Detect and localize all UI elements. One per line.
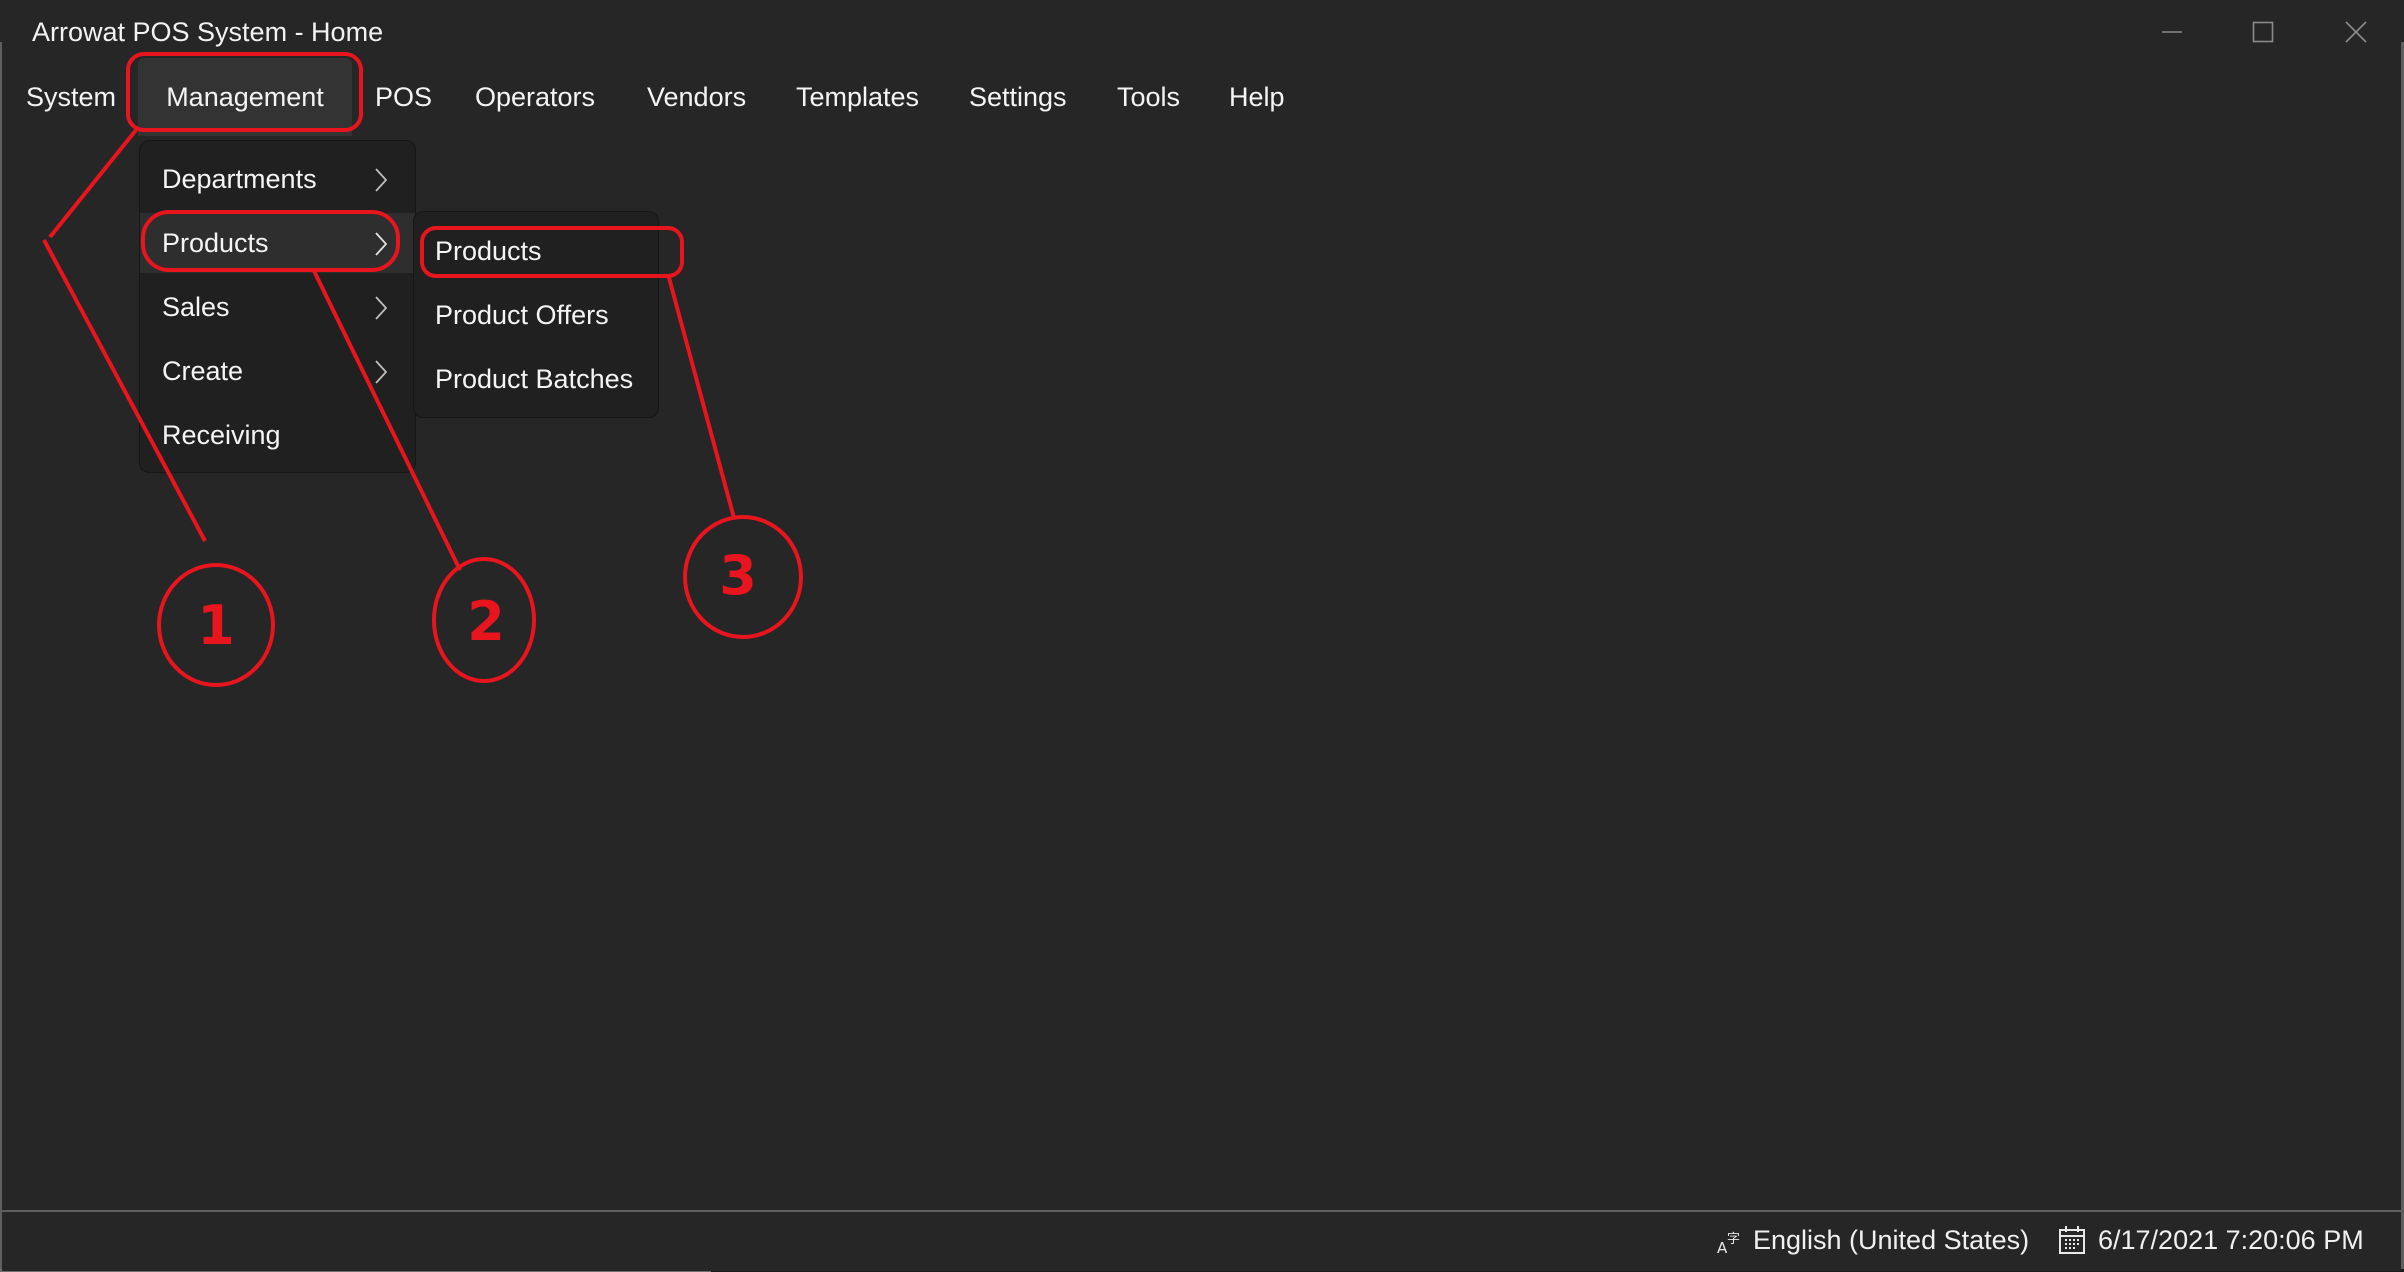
close-icon — [2345, 21, 2367, 43]
svg-text:字: 字 — [1727, 1232, 1740, 1247]
menu-management[interactable]: Management — [138, 58, 352, 136]
chevron-right-icon — [375, 168, 388, 192]
menu-bar: System Management POS Operators Vendors … — [0, 54, 1400, 140]
menu-help[interactable]: Help — [1229, 58, 1285, 136]
submenu-item-label: Product Batches — [435, 363, 634, 394]
app-window: Arrowat POS System - Home System Managem… — [0, 0, 2404, 1272]
management-dropdown: Departments Products Sales Create Receiv… — [139, 140, 416, 473]
annotation-circle-2 — [432, 557, 536, 683]
annotation-number-2: 2 — [467, 590, 505, 653]
annotation-line-1a — [48, 128, 138, 239]
menu-templates[interactable]: Templates — [796, 58, 919, 136]
menu-system[interactable]: System — [26, 58, 116, 136]
menu-settings[interactable]: Settings — [969, 58, 1067, 136]
menu-item-departments[interactable]: Departments — [140, 149, 415, 209]
annotation-circle-1 — [157, 563, 275, 687]
menu-item-label: Sales — [162, 291, 230, 322]
menu-vendors[interactable]: Vendors — [647, 58, 746, 136]
annotation-number-1: 1 — [197, 594, 235, 657]
menu-item-receiving[interactable]: Receiving — [140, 405, 415, 465]
submenu-item-product-batches[interactable]: Product Batches — [414, 348, 658, 410]
window-title: Arrowat POS System - Home — [32, 17, 384, 47]
menu-item-products[interactable]: Products — [140, 213, 415, 273]
menu-management-label: Management — [166, 81, 324, 112]
chevron-right-icon — [375, 232, 388, 256]
submenu-item-label: Products — [435, 235, 542, 266]
menu-item-label: Receiving — [162, 419, 281, 450]
menu-item-create[interactable]: Create — [140, 341, 415, 401]
products-submenu: Products Product Offers Product Batches — [413, 211, 659, 418]
language-icon: A 字 — [1717, 1232, 1740, 1256]
menu-tools[interactable]: Tools — [1117, 58, 1180, 136]
menu-operators[interactable]: Operators — [475, 58, 595, 136]
annotation-circle-3 — [683, 515, 803, 639]
annotation-number-3: 3 — [719, 544, 757, 607]
window-border-left — [0, 42, 2, 1272]
minimize-button[interactable] — [2127, 0, 2217, 64]
menu-pos[interactable]: POS — [375, 58, 432, 136]
menu-item-label: Create — [162, 355, 244, 386]
submenu-item-product-offers[interactable]: Product Offers — [414, 284, 658, 346]
status-bar: A 字 English (United States) 6/17/2021 7:… — [2, 1210, 2401, 1271]
calendar-icon — [2059, 1226, 2085, 1254]
submenu-item-label: Product Offers — [435, 299, 609, 330]
submenu-item-products[interactable]: Products — [414, 220, 658, 282]
close-button[interactable] — [2311, 0, 2401, 64]
chevron-right-icon — [375, 360, 388, 384]
datetime-display: 6/17/2021 7:20:06 PM — [2098, 1225, 2364, 1255]
minimize-icon — [2162, 31, 2182, 33]
annotation-line-3 — [666, 273, 736, 519]
menu-item-sales[interactable]: Sales — [140, 277, 415, 337]
maximize-button[interactable] — [2218, 0, 2308, 64]
language-indicator[interactable]: English (United States) — [1753, 1225, 2029, 1256]
menu-item-label: Departments — [162, 163, 317, 194]
maximize-icon — [2252, 21, 2274, 43]
chevron-right-icon — [375, 296, 388, 320]
menu-item-label: Products — [162, 227, 269, 258]
